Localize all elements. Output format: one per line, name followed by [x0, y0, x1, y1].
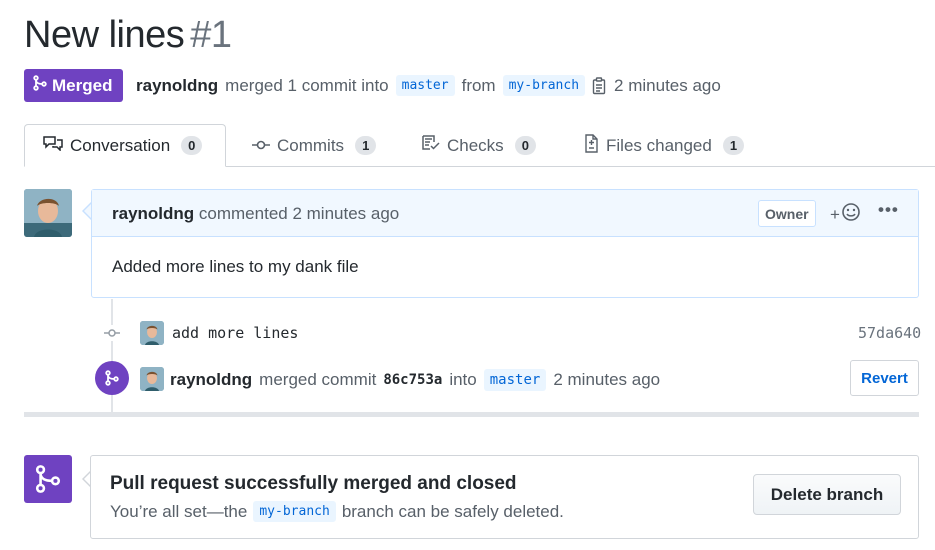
pr-title-text: New lines [24, 14, 185, 56]
git-commit-icon [252, 136, 270, 156]
avatar[interactable] [24, 189, 72, 237]
pr-merged-text: merged 1 commit into [225, 75, 389, 95]
timeline-separator [24, 412, 919, 417]
merge-commit-link[interactable]: 86c753a [383, 372, 442, 388]
tab-commits-count: 1 [355, 136, 377, 155]
base-branch-ref[interactable]: master [395, 75, 455, 96]
add-reaction-button[interactable]: + [830, 202, 861, 227]
file-diff-icon [583, 133, 599, 158]
merge-sub-prefix: You’re all set—the [110, 501, 248, 521]
merge-status-subtitle: You’re all set—the my-branch branch can … [110, 501, 564, 522]
delete-branch-button[interactable]: Delete branch [753, 474, 901, 515]
head-branch-ref[interactable]: my-branch [502, 75, 586, 96]
timeline-line [111, 299, 113, 415]
git-merge-icon [24, 455, 72, 503]
commit-message-link[interactable]: add more lines [172, 324, 298, 342]
tab-checks-count: 0 [514, 136, 536, 155]
tab-commits-label: Commits [277, 135, 345, 155]
comment-meta: raynoldng commented 2 minutes ago [112, 204, 399, 224]
tab-conversation-count: 0 [181, 136, 203, 155]
merge-event: raynoldng merged commit 86c753a into mas… [170, 367, 660, 392]
git-merge-icon [95, 361, 129, 395]
pr-meta: raynoldng merged 1 commit into master fr… [136, 72, 721, 99]
tab-files-changed[interactable]: Files changed 1 [583, 124, 745, 167]
tab-files-changed-count: 1 [722, 136, 745, 155]
pr-author-link[interactable]: raynoldng [136, 76, 218, 96]
commit-avatar[interactable] [140, 321, 164, 345]
merge-text: merged commit [259, 369, 377, 389]
comment-discussion-icon [43, 135, 63, 156]
tab-conversation-label: Conversation [70, 135, 171, 155]
tab-commits[interactable]: Commits 1 [252, 124, 377, 167]
merge-avatar[interactable] [140, 367, 164, 391]
comment-box: raynoldng commented 2 minutes ago Owner … [91, 189, 919, 298]
comment-action[interactable]: commented 2 minutes ago [199, 204, 399, 223]
merge-sub-suffix: branch can be safely deleted. [341, 501, 564, 521]
smiley-icon [841, 202, 861, 227]
pr-time: 2 minutes ago [614, 75, 721, 95]
comment-author-link[interactable]: raynoldng [112, 204, 194, 223]
reaction-plus: + [830, 204, 840, 224]
pr-from-text: from [461, 75, 496, 95]
checklist-icon [422, 135, 440, 156]
owner-badge: Owner [758, 200, 816, 227]
merge-status-title: Pull request successfully merged and clo… [110, 473, 517, 494]
merge-time[interactable]: 2 minutes ago [553, 370, 660, 390]
commit-sha-link[interactable]: 57da640 [858, 324, 921, 342]
merged-branch-ref: my-branch [253, 501, 336, 522]
merge-branch-ref[interactable]: master [483, 368, 547, 391]
git-commit-icon [104, 325, 120, 341]
merge-into-text: into [449, 369, 477, 389]
tab-checks-label: Checks [447, 135, 504, 155]
comment-body: Added more lines to my dank file [112, 257, 359, 276]
clipboard-copy-icon[interactable] [592, 76, 607, 95]
revert-button[interactable]: Revert [850, 360, 919, 396]
merged-state-badge: Merged [24, 69, 124, 102]
comment-header: raynoldng commented 2 minutes ago Owner … [92, 190, 918, 237]
merge-status-box: Pull request successfully merged and clo… [90, 455, 919, 539]
pr-title: New lines #1 [24, 14, 232, 57]
merged-badge-label: Merged [52, 75, 113, 95]
tab-checks[interactable]: Checks 0 [422, 124, 536, 167]
tab-files-changed-label: Files changed [606, 135, 712, 155]
pr-number: #1 [190, 14, 232, 56]
merge-author-link[interactable]: raynoldng [170, 370, 252, 390]
more-options-button[interactable]: ••• [878, 200, 899, 220]
git-merge-icon [33, 75, 47, 96]
tab-conversation[interactable]: Conversation 0 [24, 124, 226, 167]
